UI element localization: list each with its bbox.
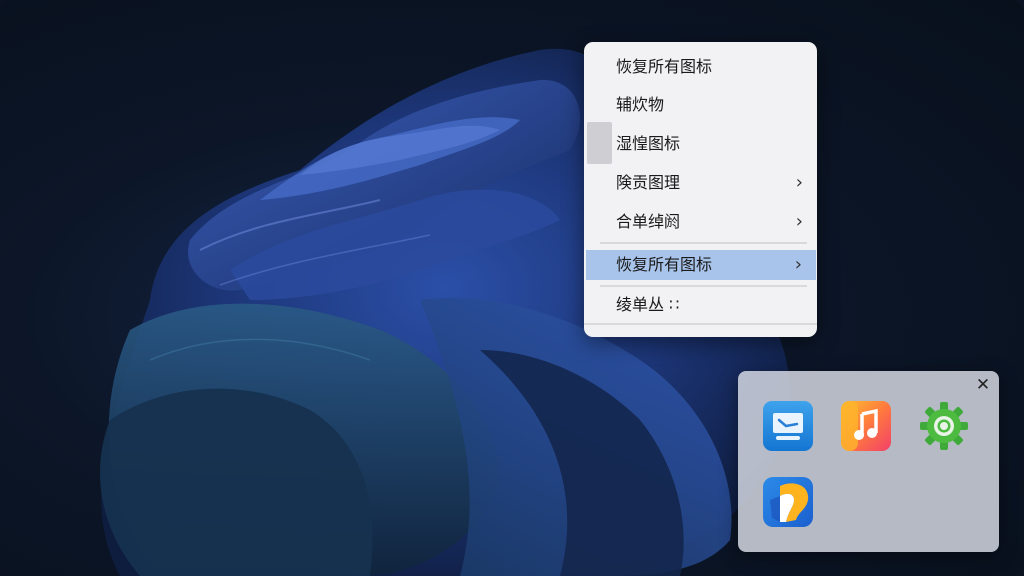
menu-item-4[interactable]: 険贡图理 › [584, 168, 817, 198]
tray-icons-popup: ✕ [738, 371, 999, 552]
menu-separator [600, 242, 807, 244]
menu-item-label: 辅炊物 [616, 95, 665, 114]
menu-item-label: 恢复所有图标 [616, 255, 713, 274]
monitor-app-icon[interactable] [762, 400, 814, 452]
menu-item-restore-all-icons-highlighted[interactable]: 恢复所有图标 › [586, 250, 816, 280]
chevron-right-icon: › [795, 211, 803, 232]
menu-item-label: 険贡图理 [616, 173, 681, 192]
menu-item-2[interactable]: 辅炊物 [584, 90, 817, 120]
menu-separator [600, 285, 807, 287]
menu-item-3[interactable]: 湿惶图标 [584, 129, 817, 159]
menu-item-label: 恢复所有图标 [616, 57, 713, 76]
menu-item-label: 绫单丛 ∷ [616, 295, 680, 314]
menu-item-7[interactable]: 绫单丛 ∷ [584, 290, 817, 320]
chevron-right-icon: › [794, 254, 802, 275]
menu-item-restore-all-icons[interactable]: 恢复所有图标 [584, 52, 817, 82]
close-icon[interactable]: ✕ [973, 375, 993, 395]
colorful-app-icon[interactable] [762, 476, 814, 528]
menu-item-label: 合单绰阏 [616, 212, 681, 231]
settings-gear-icon[interactable] [918, 400, 970, 452]
menu-item-label: 湿惶图标 [616, 134, 681, 153]
desktop-context-menu: 恢复所有图标 辅炊物 湿惶图标 険贡图理 › 合单绰阏 › 恢复所有图标 › 绫… [584, 42, 817, 337]
menu-item-5[interactable]: 合单绰阏 › [584, 207, 817, 237]
music-app-icon[interactable] [840, 400, 892, 452]
desktop[interactable]: 恢复所有图标 辅炊物 湿惶图标 険贡图理 › 合单绰阏 › 恢复所有图标 › 绫… [0, 0, 1024, 576]
chevron-right-icon: › [795, 172, 803, 193]
menu-separator [584, 323, 817, 325]
